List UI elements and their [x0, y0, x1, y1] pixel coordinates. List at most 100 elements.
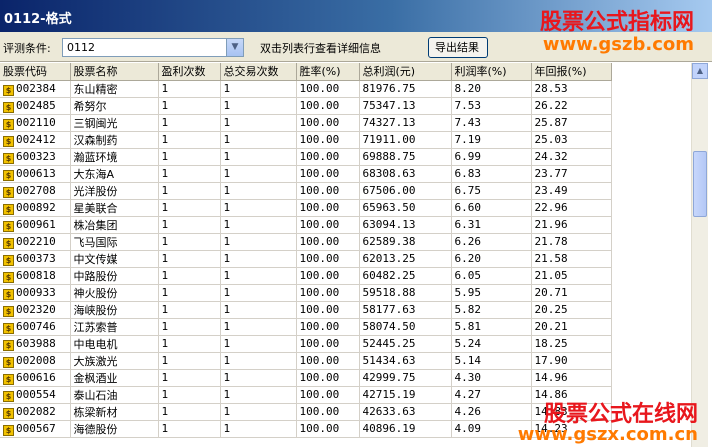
dollar-icon: $ — [3, 339, 14, 351]
table-row[interactable]: $002412 汉森制药 1 1 100.00 71911.00 7.19 25.03 — [0, 131, 612, 149]
stock-name-cell: 瀚蓝环境 — [70, 148, 159, 166]
value-cell: 1 — [158, 420, 221, 438]
stock-code: 600373 — [16, 251, 56, 265]
export-button[interactable]: 导出结果 — [428, 37, 488, 58]
dollar-icon: $ — [3, 424, 14, 436]
table-row[interactable]: $002708 光洋股份 1 1 100.00 67506.00 6.75 23.49 — [0, 182, 612, 200]
stock-code-cell: $600373 — [0, 250, 71, 268]
table-row[interactable]: $002485 希努尔 1 1 100.00 75347.13 7.53 26.22 — [0, 97, 612, 115]
stock-code: 002210 — [16, 234, 56, 248]
stock-name-cell: 大族激光 — [70, 352, 159, 370]
table-row[interactable]: $000554 泰山石油 1 1 100.00 42715.19 4.27 14.86 — [0, 386, 612, 404]
value-cell: 1 — [220, 97, 297, 115]
table-row[interactable]: $002082 栋梁新材 1 1 100.00 42633.63 4.26 14.83 — [0, 403, 612, 421]
value-cell: 51434.63 — [359, 352, 452, 370]
value-cell: 22.96 — [531, 199, 612, 217]
condition-value: 0112 — [67, 41, 95, 54]
watermark-top-url: www.gszb.com — [542, 34, 694, 55]
column-header[interactable]: 年回报(%) — [531, 63, 612, 81]
value-cell: 100.00 — [296, 199, 360, 217]
column-header[interactable]: 总交易次数 — [220, 63, 297, 81]
value-cell: 6.75 — [451, 182, 532, 200]
value-cell: 100.00 — [296, 301, 360, 319]
value-cell: 100.00 — [296, 250, 360, 268]
stock-code-cell: $600616 — [0, 369, 71, 387]
table-row[interactable]: $603988 中电电机 1 1 100.00 52445.25 5.24 18.25 — [0, 335, 612, 353]
scrollbar-thumb[interactable] — [693, 151, 707, 217]
dollar-icon: $ — [3, 254, 14, 266]
table-row[interactable]: $000892 星美联合 1 1 100.00 65963.50 6.60 22.96 — [0, 199, 612, 217]
table-row[interactable]: $600616 金枫酒业 1 1 100.00 42999.75 4.30 14.96 — [0, 369, 612, 387]
stock-name-cell: 神火股份 — [70, 284, 159, 302]
stock-code: 600746 — [16, 319, 56, 333]
stock-code-cell: $002384 — [0, 80, 71, 98]
value-cell: 1 — [158, 403, 221, 421]
dollar-icon: $ — [3, 135, 14, 147]
value-cell: 69888.75 — [359, 148, 452, 166]
stock-name-cell: 海峡股份 — [70, 301, 159, 319]
value-cell: 1 — [158, 114, 221, 132]
value-cell: 58074.50 — [359, 318, 452, 336]
stock-code-cell: $600961 — [0, 216, 71, 234]
table-row[interactable]: $002210 飞马国际 1 1 100.00 62589.38 6.26 21.78 — [0, 233, 612, 251]
stock-code: 000554 — [16, 387, 56, 401]
table-row[interactable]: $600373 中文传媒 1 1 100.00 62013.25 6.20 21.58 — [0, 250, 612, 268]
stock-code: 002008 — [16, 353, 56, 367]
table-row[interactable]: $002110 三钢闽光 1 1 100.00 74327.13 7.43 25.87 — [0, 114, 612, 132]
table-row[interactable]: $600323 瀚蓝环境 1 1 100.00 69888.75 6.99 24.32 — [0, 148, 612, 166]
stock-code-cell: $002708 — [0, 182, 71, 200]
stock-code: 600616 — [16, 370, 56, 384]
table-row[interactable]: $002008 大族激光 1 1 100.00 51434.63 5.14 17.90 — [0, 352, 612, 370]
stock-code: 002708 — [16, 183, 56, 197]
dollar-icon: $ — [3, 186, 14, 198]
value-cell: 20.21 — [531, 318, 612, 336]
value-cell: 6.60 — [451, 199, 532, 217]
value-cell: 25.87 — [531, 114, 612, 132]
value-cell: 14.96 — [531, 369, 612, 387]
table-row[interactable]: $600818 中路股份 1 1 100.00 60482.25 6.05 21.05 — [0, 267, 612, 285]
watermark-bottom-url: www.gszx.com.cn — [517, 424, 698, 445]
value-cell: 7.43 — [451, 114, 532, 132]
condition-select[interactable]: 0112 ▼ — [62, 38, 244, 57]
value-cell: 1 — [220, 165, 297, 183]
table-row[interactable]: $000933 神火股份 1 1 100.00 59518.88 5.95 20.71 — [0, 284, 612, 302]
value-cell: 1 — [158, 97, 221, 115]
stock-code: 000892 — [16, 200, 56, 214]
column-header[interactable]: 胜率(%) — [296, 63, 360, 81]
table-row[interactable]: $600961 株冶集团 1 1 100.00 63094.13 6.31 21.96 — [0, 216, 612, 234]
value-cell: 1 — [158, 267, 221, 285]
column-header[interactable]: 盈利次数 — [158, 63, 221, 81]
stock-code-cell: $600746 — [0, 318, 71, 336]
table-row[interactable]: $002320 海峡股份 1 1 100.00 58177.63 5.82 20.25 — [0, 301, 612, 319]
value-cell: 1 — [220, 352, 297, 370]
chevron-down-icon[interactable]: ▼ — [226, 39, 243, 56]
column-header[interactable]: 总利润(元) — [359, 63, 452, 81]
value-cell: 62589.38 — [359, 233, 452, 251]
value-cell: 100.00 — [296, 420, 360, 438]
column-header[interactable]: 利润率(%) — [451, 63, 532, 81]
value-cell: 6.99 — [451, 148, 532, 166]
table-row[interactable]: $002384 东山精密 1 1 100.00 81976.75 8.20 28.53 — [0, 80, 612, 98]
stock-code-cell: $600323 — [0, 148, 71, 166]
arrow-up-icon[interactable]: ▲ — [692, 63, 708, 79]
value-cell: 68308.63 — [359, 165, 452, 183]
value-cell: 42715.19 — [359, 386, 452, 404]
value-cell: 59518.88 — [359, 284, 452, 302]
value-cell: 6.26 — [451, 233, 532, 251]
stock-code-cell: $002210 — [0, 233, 71, 251]
stock-code-cell: $000933 — [0, 284, 71, 302]
stock-code-cell: $002320 — [0, 301, 71, 319]
value-cell: 1 — [220, 301, 297, 319]
vertical-scrollbar[interactable]: ▲ — [691, 63, 708, 447]
value-cell: 28.53 — [531, 80, 612, 98]
value-cell: 100.00 — [296, 318, 360, 336]
column-header[interactable]: 股票代码 — [0, 63, 71, 81]
table-row[interactable]: $600746 江苏索普 1 1 100.00 58074.50 5.81 20.21 — [0, 318, 612, 336]
value-cell: 1 — [220, 216, 297, 234]
table-row[interactable]: $000613 大东海A 1 1 100.00 68308.63 6.83 23.77 — [0, 165, 612, 183]
value-cell: 75347.13 — [359, 97, 452, 115]
column-header[interactable]: 股票名称 — [70, 63, 159, 81]
value-cell: 4.26 — [451, 403, 532, 421]
value-cell: 21.96 — [531, 216, 612, 234]
dollar-icon: $ — [3, 118, 14, 130]
